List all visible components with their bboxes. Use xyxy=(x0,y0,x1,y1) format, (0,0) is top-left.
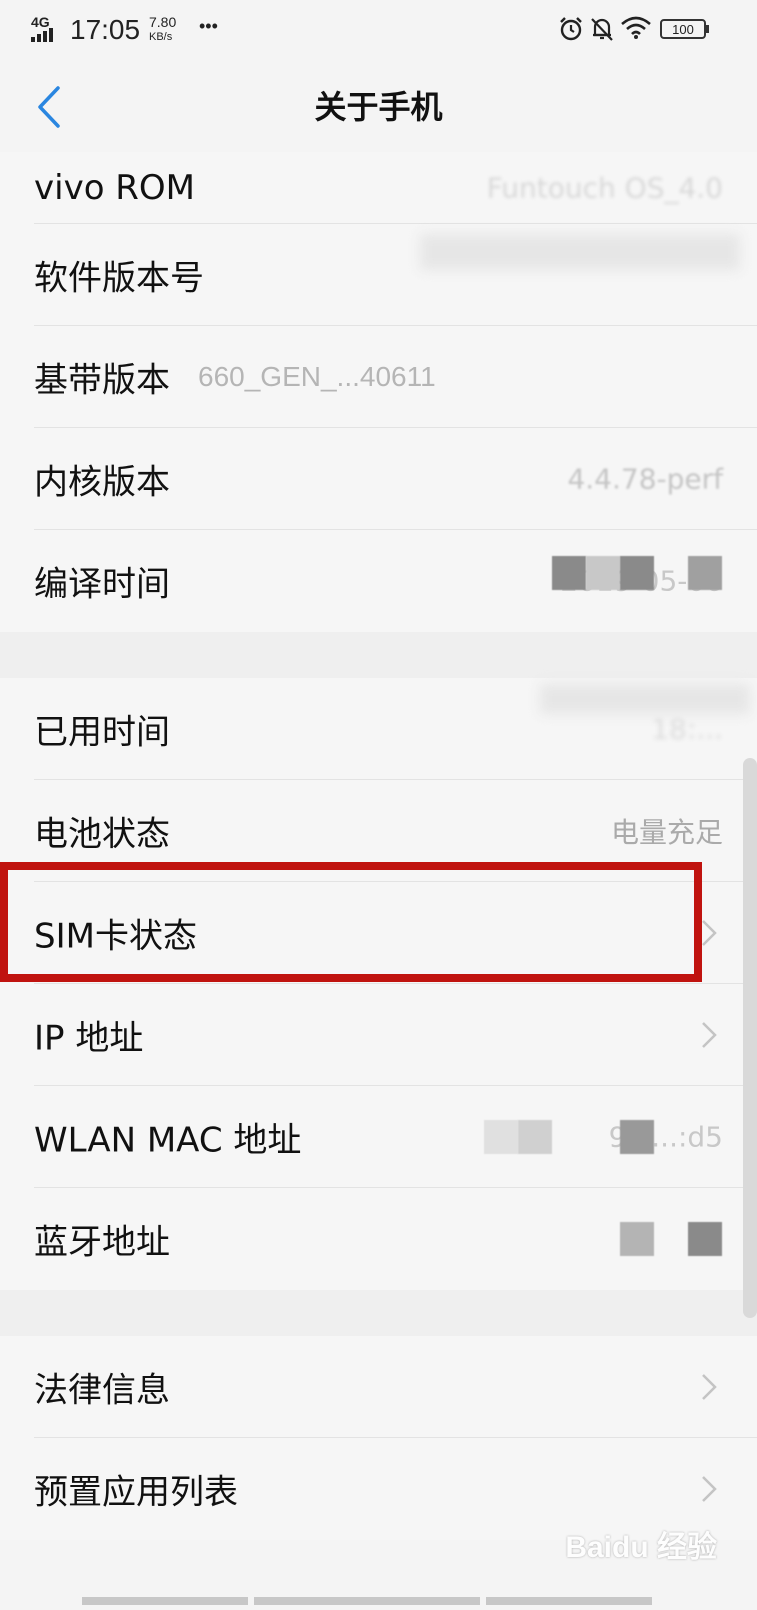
page-title: 关于手机 xyxy=(314,88,443,126)
battery-icon: 100 xyxy=(660,19,706,39)
redacted-block xyxy=(586,556,620,590)
indicator-segment xyxy=(82,1597,248,1605)
redacted-block xyxy=(552,556,586,590)
settings-list: vivo ROM Funtouch OS_4.0 软件版本号 基带版本 660_… xyxy=(0,152,757,1540)
redacted-block xyxy=(518,1120,552,1154)
row-bluetooth-address[interactable]: 蓝牙地址 xyxy=(0,1188,757,1290)
net-speed-value: 7.80 xyxy=(149,14,177,30)
row-value: 电量充足 xyxy=(610,816,723,849)
row-label: SIM卡状态 xyxy=(34,916,197,957)
section-gap xyxy=(0,1290,757,1336)
row-legal-info[interactable]: 法律信息 xyxy=(0,1336,757,1438)
redacted-value xyxy=(540,684,750,714)
redacted-block xyxy=(484,1120,518,1154)
row-uptime[interactable]: 已用时间 18:... xyxy=(0,678,757,780)
redacted-value xyxy=(420,234,740,270)
chevron-right-icon xyxy=(702,1022,717,1048)
indicator-segment xyxy=(254,1597,480,1605)
title-bar: 关于手机 xyxy=(0,62,757,152)
row-value: 660_GEN_...40611 xyxy=(198,361,436,392)
scrollbar[interactable] xyxy=(743,758,757,1318)
chevron-right-icon xyxy=(702,920,717,946)
row-label: 预置应用列表 xyxy=(34,1472,238,1513)
row-label: 编译时间 xyxy=(34,564,170,605)
row-value: Funtouch OS_4.0 xyxy=(486,171,723,205)
redacted-block xyxy=(688,556,722,590)
signal-icon xyxy=(31,28,53,42)
row-baseband-version[interactable]: 基带版本 660_GEN_...40611 xyxy=(0,326,757,428)
row-kernel-version[interactable]: 内核版本 4.4.78-perf xyxy=(0,428,757,530)
redacted-block xyxy=(620,1222,654,1256)
wifi-icon xyxy=(621,16,651,39)
row-build-time[interactable]: 编译时间 2019-05-06 xyxy=(0,530,757,632)
row-sim-status[interactable]: SIM卡状态 xyxy=(0,882,757,984)
row-software-version[interactable]: 软件版本号 xyxy=(0,224,757,326)
row-label: WLAN MAC 地址 xyxy=(34,1120,302,1161)
mute-bell-icon xyxy=(591,18,613,41)
row-vivo-rom[interactable]: vivo ROM Funtouch OS_4.0 xyxy=(0,152,757,224)
net-speed-unit: KB/s xyxy=(149,31,173,43)
indicator-segment xyxy=(486,1597,652,1605)
redacted-block xyxy=(620,556,654,590)
row-label: 电池状态 xyxy=(34,814,170,855)
battery-level: 100 xyxy=(672,22,694,37)
clock: 17:05 xyxy=(70,14,141,45)
redacted-block xyxy=(620,1120,654,1154)
row-value: 4.4.78-perf xyxy=(567,462,723,496)
bottom-indicator xyxy=(82,1592,662,1605)
alarm-icon xyxy=(560,17,582,41)
row-label: vivo ROM xyxy=(34,168,196,208)
battery-tip xyxy=(706,25,709,33)
watermark-logo: Baidu 经验 xyxy=(565,1531,717,1564)
row-label: 蓝牙地址 xyxy=(34,1222,170,1263)
row-battery-status[interactable]: 电池状态 电量充足 xyxy=(0,780,757,882)
chevron-right-icon xyxy=(702,1476,717,1502)
more-notifications-icon: ••• xyxy=(199,16,218,36)
row-value: 18:... xyxy=(651,712,723,746)
row-label: 基带版本 xyxy=(34,360,170,401)
row-label: IP 地址 xyxy=(34,1018,144,1059)
status-bar: 4G 17:05 7.80 KB/s ••• 100 xyxy=(0,0,757,62)
row-label: 法律信息 xyxy=(34,1370,170,1411)
redacted-block xyxy=(688,1222,722,1256)
row-label: 软件版本号 xyxy=(34,258,204,299)
row-wlan-mac[interactable]: WLAN MAC 地址 9c:...:d5 xyxy=(0,1086,757,1188)
row-label: 内核版本 xyxy=(34,462,170,503)
chevron-right-icon xyxy=(702,1374,717,1400)
row-ip-address[interactable]: IP 地址 xyxy=(0,984,757,1086)
row-label: 已用时间 xyxy=(34,712,170,753)
section-gap xyxy=(0,632,757,678)
